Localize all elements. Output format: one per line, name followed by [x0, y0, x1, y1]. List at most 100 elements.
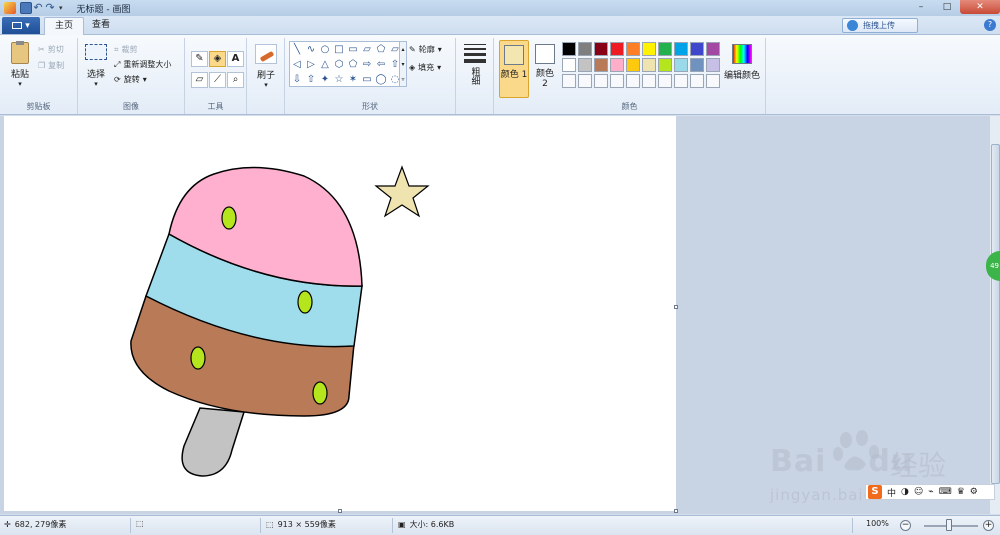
shape-option[interactable]: ⇩ [290, 72, 304, 86]
shape-option[interactable]: ⇦ [374, 57, 388, 72]
resize-handle-right[interactable] [674, 305, 678, 309]
shape-option[interactable]: ⇧ [304, 72, 318, 86]
palette-swatch[interactable] [674, 74, 688, 88]
palette-swatch[interactable] [690, 42, 704, 56]
undo-icon[interactable]: ↶ [32, 2, 44, 14]
palette-swatch[interactable] [578, 42, 592, 56]
palette-swatch[interactable] [578, 58, 592, 72]
palette-swatch[interactable] [594, 74, 608, 88]
palette-swatch[interactable] [594, 58, 608, 72]
paste-button[interactable]: 粘贴 ▾ [6, 41, 34, 88]
text-icon[interactable]: A [227, 51, 244, 67]
palette-swatch[interactable] [562, 58, 576, 72]
cut-button[interactable]: ✂ 剪切 [38, 44, 64, 55]
shape-option[interactable]: ▱ [360, 42, 374, 57]
shape-option[interactable]: ⬡ [332, 57, 346, 72]
palette-swatch[interactable] [706, 58, 720, 72]
skin-icon[interactable]: ♛ [957, 487, 965, 497]
palette-swatch[interactable] [690, 58, 704, 72]
shape-option[interactable]: ∿ [304, 42, 318, 57]
crop-button[interactable]: ⌗ 裁剪 [114, 44, 138, 55]
zoom-slider-thumb[interactable] [946, 519, 952, 531]
ime-mode[interactable]: 中 [887, 486, 896, 499]
zoom-in-button[interactable]: + [983, 520, 994, 531]
shape-option[interactable]: ✶ [346, 72, 360, 86]
shape-option[interactable]: ╲ [290, 42, 304, 57]
tab-home[interactable]: 主页 [44, 17, 85, 35]
size-button[interactable]: 粗细 [461, 44, 489, 85]
punctuation-icon[interactable]: ◑ [901, 487, 909, 497]
palette-swatch[interactable] [610, 42, 624, 56]
rotate-button[interactable]: ⟳ 旋转 ▾ [114, 74, 147, 85]
shape-option[interactable]: ⇨ [360, 57, 374, 72]
palette-swatch[interactable] [674, 58, 688, 72]
palette-swatch[interactable] [626, 74, 640, 88]
palette-swatch[interactable] [658, 42, 672, 56]
shape-option[interactable]: □ [332, 42, 346, 57]
shape-option[interactable]: ◯ [374, 72, 388, 86]
shape-option[interactable]: ▭ [360, 72, 374, 86]
palette-swatch[interactable] [610, 58, 624, 72]
shape-option[interactable]: ▭ [346, 42, 360, 57]
zoom-out-button[interactable]: − [900, 520, 911, 531]
pencil-icon[interactable]: ✎ [191, 51, 208, 67]
shapes-gallery[interactable]: ╲ ∿ ○ □ ▭ ▱ ⬠ ▱ ◁ ▷ △ ⬡ ⬠ ⇨ ⇦ ⇧ ⇩ ⇧ ✦ ☆ ✶ ▭ ◯ ◌ [289, 41, 401, 87]
minimize-button[interactable]: – [908, 0, 934, 14]
save-icon[interactable] [20, 2, 32, 14]
file-menu-button[interactable]: ▾ [2, 17, 40, 34]
color2-button[interactable]: 颜色 2 [532, 44, 558, 89]
paint-app-icon[interactable] [4, 2, 16, 14]
microphone-icon[interactable]: ⌁ [928, 487, 933, 497]
shape-option[interactable]: ✦ [318, 72, 332, 86]
outline-button[interactable]: ✎ 轮廓 ▾ [409, 44, 442, 55]
palette-swatch[interactable] [610, 74, 624, 88]
palette-swatch[interactable] [562, 42, 576, 56]
palette-swatch[interactable] [658, 74, 672, 88]
shape-option[interactable]: ▷ [304, 57, 318, 72]
palette-swatch[interactable] [642, 42, 656, 56]
brushes-button[interactable]: 刷子 ▾ [252, 44, 280, 89]
shape-option[interactable]: ○ [318, 42, 332, 57]
palette-swatch[interactable] [594, 42, 608, 56]
fill-button[interactable]: ◈ 填充 ▾ [409, 62, 441, 73]
palette-swatch[interactable] [562, 74, 576, 88]
toolbox-icon[interactable]: ⚙ [970, 487, 978, 497]
shapes-scroll[interactable]: ▴ ▾ ▿ [399, 41, 407, 87]
resize-handle-bottom[interactable] [338, 509, 342, 513]
redo-icon[interactable]: ↷ [44, 2, 56, 14]
ime-toolbar[interactable]: S 中 ◑ ☺ ⌁ ⌨ ♛ ⚙ [865, 484, 995, 500]
drag-upload-button[interactable]: 拖拽上传 [842, 18, 918, 33]
select-button[interactable]: 选择 ▾ [82, 44, 110, 88]
keyboard-icon[interactable]: ⌨ [939, 487, 952, 497]
emoji-icon[interactable]: ☺ [914, 487, 923, 497]
resize-button[interactable]: ⤢ 重新调整大小 [114, 59, 171, 70]
fill-bucket-icon[interactable]: ◈ [209, 51, 226, 67]
palette-swatch[interactable] [626, 42, 640, 56]
help-icon[interactable]: ? [984, 19, 996, 31]
color-picker-icon[interactable]: ⟋ [209, 72, 226, 88]
quick-access-dropdown-icon[interactable]: ▾ [59, 4, 63, 12]
shape-option[interactable]: ⬠ [346, 57, 360, 72]
drawing-canvas[interactable] [4, 116, 676, 511]
palette-swatch[interactable] [690, 74, 704, 88]
palette-swatch[interactable] [674, 42, 688, 56]
palette-swatch[interactable] [706, 74, 720, 88]
palette-swatch[interactable] [578, 74, 592, 88]
palette-swatch[interactable] [658, 58, 672, 72]
shape-option[interactable]: ◁ [290, 57, 304, 72]
palette-swatch[interactable] [626, 58, 640, 72]
palette-swatch[interactable] [642, 58, 656, 72]
magnifier-icon[interactable]: ⌕ [227, 72, 244, 88]
shape-option[interactable]: △ [318, 57, 332, 72]
shape-option[interactable]: ☆ [332, 72, 346, 86]
copy-button[interactable]: ❐ 复制 [38, 60, 64, 71]
resize-handle-corner[interactable] [674, 509, 678, 513]
close-button[interactable]: ✕ [960, 0, 1000, 14]
tab-view[interactable]: 查看 [82, 17, 120, 35]
color1-button[interactable]: 颜色 1 [499, 40, 529, 98]
eraser-icon[interactable]: ▱ [191, 72, 208, 88]
maximize-button[interactable]: □ [934, 0, 960, 14]
palette-swatch[interactable] [706, 42, 720, 56]
edit-colors-button[interactable]: 编辑颜色 [722, 44, 762, 81]
shape-option[interactable]: ⬠ [374, 42, 388, 57]
